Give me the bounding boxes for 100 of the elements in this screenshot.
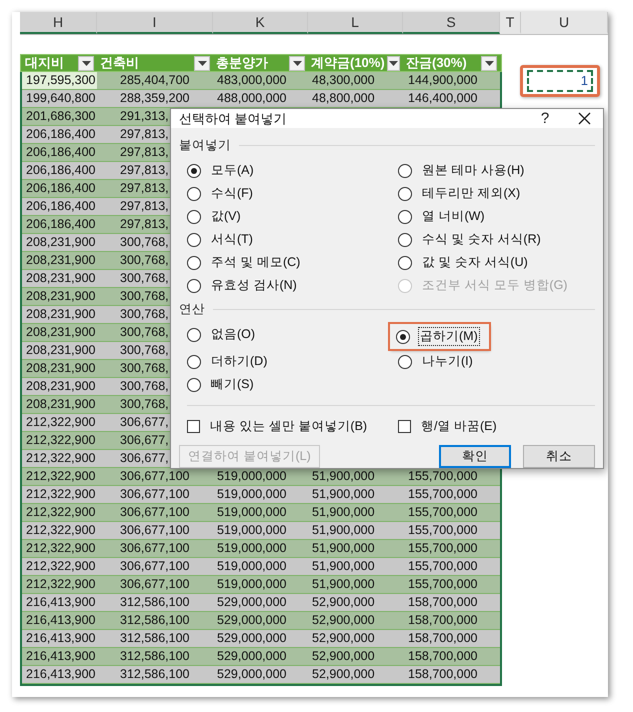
dialog-button[interactable]: 취소 <box>523 445 595 468</box>
radio-button[interactable] <box>187 164 201 178</box>
table-header: 대지비 <box>25 54 64 72</box>
table-cell: 206,186,400 <box>26 163 96 177</box>
checkbox[interactable] <box>187 420 200 433</box>
section-label: 연산 <box>179 300 205 318</box>
table-cell: 51,900,000 <box>312 469 375 483</box>
table-cell: 208,231,900 <box>26 343 96 357</box>
table-cell: 300,768, <box>120 343 169 357</box>
table-cell: 206,186,400 <box>26 217 96 231</box>
table-cell: 155,700,000 <box>408 505 478 519</box>
table-cell: 51,900,000 <box>312 523 375 537</box>
copied-cell: 1 <box>527 70 593 92</box>
radio-button[interactable] <box>187 278 201 292</box>
table-cell: 297,813, <box>120 145 169 159</box>
option-label[interactable]: 유효성 검사(N) <box>210 277 298 294</box>
table-cell: 48,800,000 <box>312 91 375 105</box>
filter-button[interactable] <box>78 56 94 70</box>
table-cell: 312,586,100 <box>120 595 190 609</box>
table-cell: 529,000,000 <box>217 631 287 645</box>
table-cell: 212,322,900 <box>26 433 96 447</box>
table-cell: 216,413,900 <box>26 649 96 663</box>
help-button[interactable]: ? <box>531 110 559 127</box>
option-label[interactable]: 수식 및 숫자 서식(R) <box>421 231 542 248</box>
table-cell: 519,000,000 <box>217 541 287 555</box>
table-cell: 216,413,900 <box>26 631 96 645</box>
table-cell: 529,000,000 <box>217 649 287 663</box>
dialog-button[interactable]: 확인 <box>439 445 511 468</box>
option-label[interactable]: 곱하기(M) <box>419 328 479 345</box>
table-cell: 529,000,000 <box>217 667 287 681</box>
radio-button[interactable] <box>398 354 412 368</box>
column-header[interactable]: S <box>403 12 500 34</box>
radio-button[interactable] <box>398 164 412 178</box>
radio-button[interactable] <box>398 186 412 200</box>
table-cell: 288,359,200 <box>120 91 190 105</box>
option-label[interactable]: 모두(A) <box>210 162 255 179</box>
option-label[interactable]: 서식(T) <box>210 231 254 248</box>
table-cell: 51,900,000 <box>312 505 375 519</box>
table-cell: 212,322,900 <box>26 559 96 573</box>
close-icon <box>578 112 590 125</box>
radio-button[interactable] <box>398 210 412 224</box>
table-cell: 312,586,100 <box>120 649 190 663</box>
table-cell: 158,700,000 <box>408 649 478 663</box>
table-cell: 306,677, <box>120 433 169 447</box>
filter-button[interactable] <box>386 56 400 70</box>
option-label[interactable]: 주석 및 메모(C) <box>210 254 302 271</box>
checkbox[interactable] <box>398 420 411 433</box>
table-cell: 300,768, <box>120 361 169 375</box>
radio-button[interactable] <box>396 330 410 344</box>
radio-button[interactable] <box>187 210 201 224</box>
radio-button[interactable] <box>187 378 201 392</box>
column-header[interactable]: I <box>97 12 213 34</box>
table-cell: 285,404,700 <box>120 73 190 87</box>
filter-button[interactable] <box>481 56 497 70</box>
radio-button[interactable] <box>187 328 201 342</box>
table-cell: 312,586,100 <box>120 667 190 681</box>
table-cell: 300,768, <box>120 325 169 339</box>
table-header: 계약금(10%) <box>311 54 385 72</box>
table-cell: 297,813, <box>120 127 169 141</box>
option-label[interactable]: 빼기(S) <box>210 376 255 393</box>
column-header[interactable]: K <box>213 12 308 34</box>
radio-button[interactable] <box>187 232 201 246</box>
table-cell: 297,813, <box>120 199 169 213</box>
option-label[interactable]: 테두리만 제외(X) <box>421 185 522 202</box>
option-label[interactable]: 값 및 숫자 서식(U) <box>421 254 529 271</box>
option-label[interactable]: 값(V) <box>210 208 242 225</box>
filter-button[interactable] <box>194 56 210 70</box>
table-cell: 155,700,000 <box>408 577 478 591</box>
table-cell: 306,677,100 <box>120 541 190 555</box>
option-label[interactable]: 수식(F) <box>210 185 254 202</box>
column-header[interactable]: H <box>20 12 97 34</box>
checkbox-label[interactable]: 내용 있는 셀만 붙여넣기(B) <box>209 418 368 435</box>
table-cell: 300,768, <box>120 289 169 303</box>
column-header[interactable]: L <box>308 12 403 34</box>
table-header: 건축비 <box>100 54 139 72</box>
table-header: 잔금(30%) <box>406 54 467 72</box>
table-cell: 208,231,900 <box>26 289 96 303</box>
radio-button[interactable] <box>187 256 201 270</box>
filter-button[interactable] <box>289 56 305 70</box>
radio-button[interactable] <box>398 256 412 270</box>
table-cell: 158,700,000 <box>408 667 478 681</box>
option-label[interactable]: 열 너비(W) <box>421 208 486 225</box>
table-cell: 201,686,300 <box>26 109 96 123</box>
radio-button[interactable] <box>187 186 201 200</box>
table-cell: 51,900,000 <box>312 541 375 555</box>
table-cell: 212,322,900 <box>26 451 96 465</box>
option-label[interactable]: 나누기(I) <box>421 353 474 370</box>
option-label[interactable]: 원본 테마 사용(H) <box>421 162 526 179</box>
table-cell: 52,900,000 <box>312 667 375 681</box>
option-label[interactable]: 더하기(D) <box>210 353 268 370</box>
table-cell: 155,700,000 <box>408 523 478 537</box>
table-cell: 519,000,000 <box>217 577 287 591</box>
option-label[interactable]: 없음(O) <box>210 326 256 343</box>
checkbox-label[interactable]: 행/열 바꿈(E) <box>420 418 498 435</box>
table-cell: 208,231,900 <box>26 271 96 285</box>
table-cell: 158,700,000 <box>408 613 478 627</box>
table-cell: 519,000,000 <box>217 505 287 519</box>
table-cell: 48,300,000 <box>312 73 375 87</box>
radio-button[interactable] <box>187 354 201 368</box>
radio-button[interactable] <box>398 232 412 246</box>
